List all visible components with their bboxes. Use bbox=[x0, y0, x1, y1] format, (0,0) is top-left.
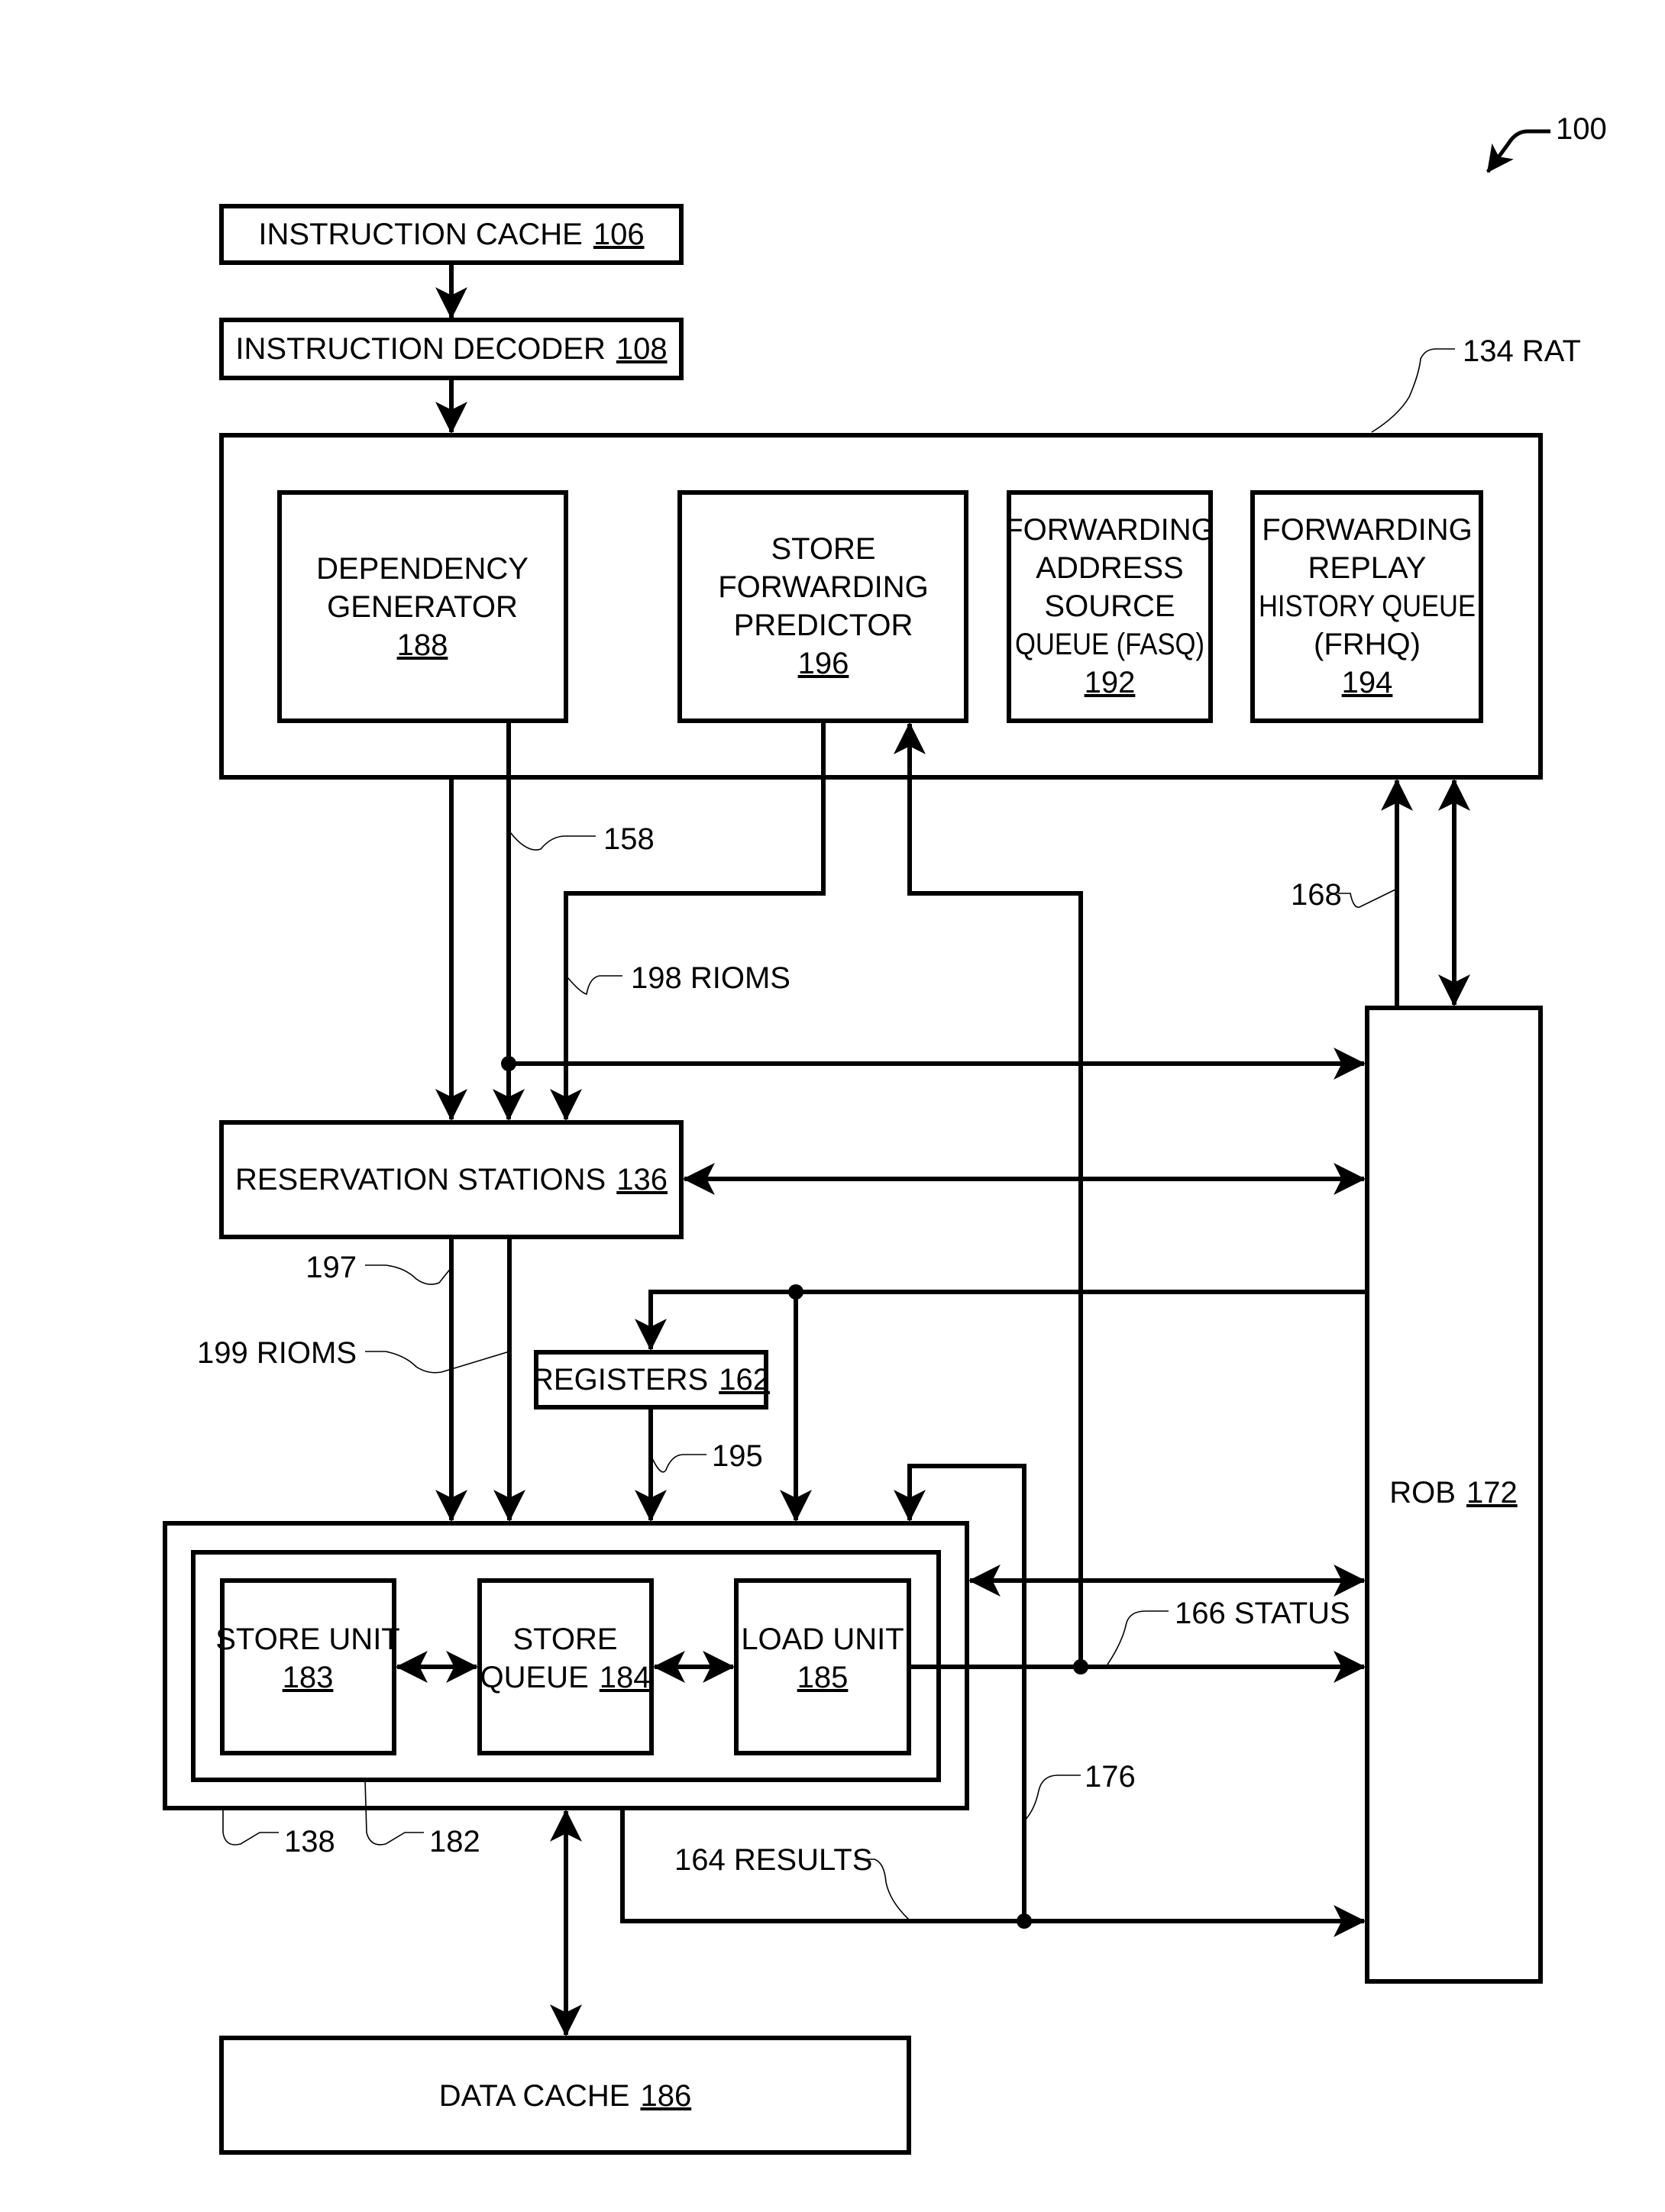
dependency-generator-block: DEPENDENCY GENERATOR 188 bbox=[277, 490, 568, 723]
registers-ref: 162 bbox=[719, 1363, 770, 1397]
svg-text:INSTRUCTION DECODER108: INSTRUCTION DECODER 108 bbox=[235, 332, 667, 366]
registers-label: REGISTERS bbox=[532, 1363, 708, 1397]
leader-138 bbox=[222, 1808, 279, 1845]
callout-168: 168 bbox=[1291, 878, 1342, 912]
svg-text:ROB172: ROB 172 bbox=[1389, 1476, 1517, 1510]
dependency-generator-ref: 188 bbox=[397, 628, 448, 662]
leader-168 bbox=[1338, 889, 1396, 908]
instruction-decoder-label: INSTRUCTION DECODER bbox=[235, 332, 605, 366]
callout-182: 182 bbox=[429, 1825, 480, 1858]
sfp-line-3: PREDICTOR bbox=[734, 609, 913, 642]
leader-198 bbox=[567, 975, 622, 995]
callout-176: 176 bbox=[1085, 1760, 1136, 1794]
svg-text:REGISTERS162: REGISTERS 162 bbox=[532, 1363, 770, 1397]
callout-197: 197 bbox=[306, 1251, 357, 1284]
callout-195: 195 bbox=[712, 1439, 763, 1473]
rob-to-registers-arrow bbox=[635, 1290, 1367, 1351]
frhq-ref: 194 bbox=[1342, 666, 1393, 699]
callout-199-rioms: 199 RIOMS bbox=[197, 1336, 357, 1370]
store-forwarding-predictor-block: STORE FORWARDING PREDICTOR 196 bbox=[677, 490, 968, 723]
leader-166 bbox=[1107, 1610, 1169, 1665]
data-cache-ref: 186 bbox=[640, 2079, 691, 2113]
sfp-ref: 196 bbox=[798, 647, 849, 680]
instruction-decoder-block: INSTRUCTION DECODER 108 bbox=[219, 318, 684, 380]
leader-197 bbox=[365, 1264, 452, 1285]
junction-dot bbox=[1017, 1913, 1032, 1929]
instruction-cache-ref: 106 bbox=[593, 218, 645, 251]
reservation-stations-block: RESERVATION STATIONS 136 bbox=[219, 1120, 684, 1239]
callout-158: 158 bbox=[603, 822, 655, 856]
frhq-line-2: REPLAY bbox=[1308, 551, 1427, 585]
rat-callout: 134 RAT bbox=[1463, 334, 1581, 368]
figure-number: 100 bbox=[1556, 112, 1607, 146]
block-diagram: 100 INSTRUCTION CACHE 106 INSTRUCTION DEC… bbox=[163, 112, 1607, 2155]
frhq-line-3: HISTORY QUEUE bbox=[1259, 589, 1476, 623]
junction-dot bbox=[1073, 1659, 1088, 1674]
fasq-line-4: QUEUE (FASQ) bbox=[1015, 628, 1204, 661]
svg-text:DATA CACHE186: DATA CACHE 186 bbox=[439, 2079, 691, 2113]
store-queue-block: STORE QUEUE 184 bbox=[477, 1578, 654, 1755]
rob-ref: 172 bbox=[1466, 1476, 1518, 1510]
data-cache-label: DATA CACHE bbox=[439, 2079, 630, 2113]
instruction-decoder-ref: 108 bbox=[616, 332, 668, 366]
sfp-line-2: FORWARDING bbox=[718, 570, 929, 604]
registers-block: REGISTERS 162 bbox=[532, 1350, 770, 1410]
reservation-stations-ref: 136 bbox=[616, 1163, 668, 1196]
fasq-line-2: ADDRESS bbox=[1036, 551, 1183, 585]
callout-166-status: 166 STATUS bbox=[1175, 1597, 1350, 1630]
callout-138: 138 bbox=[284, 1825, 335, 1858]
fasq-line-3: SOURCE bbox=[1044, 589, 1175, 623]
sfp-line-1: STORE bbox=[771, 532, 875, 566]
callout-164-results: 164 RESULTS bbox=[674, 1843, 872, 1877]
reservation-stations-label: RESERVATION STATIONS bbox=[235, 1163, 606, 1196]
leader-176 bbox=[1023, 1774, 1081, 1822]
store-unit-ref: 183 bbox=[283, 1661, 334, 1694]
store-queue-line-2: QUEUE bbox=[480, 1661, 589, 1694]
leader-199 bbox=[365, 1351, 510, 1374]
load-unit-label: LOAD UNIT bbox=[741, 1623, 904, 1656]
figure-arrow-icon bbox=[1486, 129, 1550, 173]
data-cache-block: DATA CACHE 186 bbox=[219, 2036, 911, 2155]
dependency-generator-line-2: GENERATOR bbox=[327, 590, 518, 624]
svg-text:RESERVATION STATIONS136: RESERVATION STATIONS 136 bbox=[235, 1163, 668, 1196]
leader-195 bbox=[651, 1454, 706, 1473]
rob-block: ROB 172 bbox=[1365, 1006, 1543, 1984]
load-unit-ref: 185 bbox=[797, 1661, 849, 1694]
leader-158 bbox=[509, 832, 596, 851]
fasq-line-1: FORWARDING bbox=[1004, 513, 1215, 547]
dependency-generator-line-1: DEPENDENCY bbox=[316, 552, 529, 586]
frhq-block: FORWARDING REPLAY HISTORY QUEUE (FRHQ) 1… bbox=[1250, 490, 1483, 723]
load-unit-block: LOAD UNIT 185 bbox=[734, 1578, 911, 1755]
frhq-line-1: FORWARDING bbox=[1262, 513, 1473, 547]
rob-label: ROB bbox=[1389, 1476, 1456, 1510]
callout-198-rioms: 198 RIOMS bbox=[631, 961, 790, 995]
instruction-cache-label: INSTRUCTION CACHE bbox=[258, 218, 582, 251]
figure-number-callout: 100 bbox=[1486, 112, 1607, 173]
rioms-198-arrow bbox=[550, 721, 826, 1122]
store-queue-ref: 184 bbox=[600, 1661, 651, 1694]
fasq-ref: 192 bbox=[1085, 666, 1136, 699]
rat-leader-line bbox=[1371, 348, 1455, 433]
store-unit-block: STORE UNIT 183 bbox=[215, 1578, 400, 1755]
frhq-line-4: (FRHQ) bbox=[1314, 628, 1421, 661]
store-queue-line-1: STORE bbox=[512, 1623, 617, 1656]
fasq-block: FORWARDING ADDRESS SOURCE QUEUE (FASQ) 1… bbox=[1004, 490, 1215, 723]
instruction-cache-block: INSTRUCTION CACHE 106 bbox=[219, 204, 684, 265]
svg-text:QUEUE184: QUEUE 184 bbox=[480, 1661, 651, 1694]
store-unit-label: STORE UNIT bbox=[215, 1623, 400, 1656]
